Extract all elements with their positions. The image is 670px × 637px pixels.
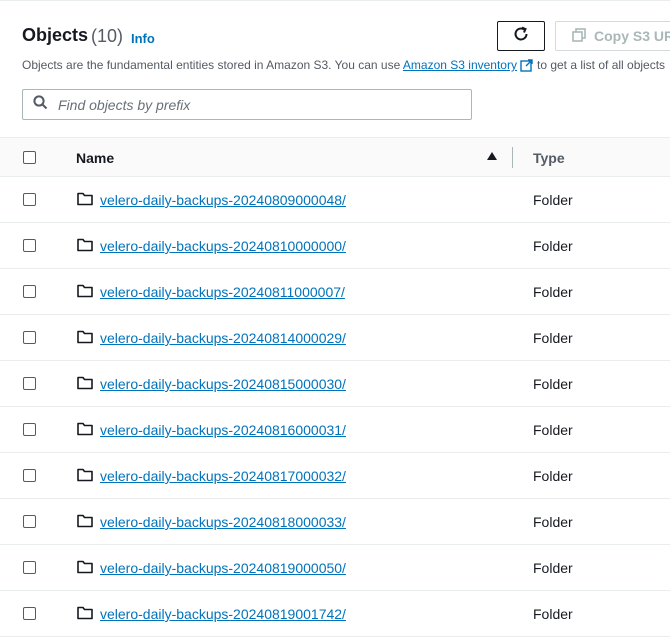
folder-link[interactable]: velero-daily-backups-20240818000033/ [100, 514, 346, 530]
row-checkbox[interactable] [23, 469, 36, 482]
description-suffix: to get a list of all objects [536, 58, 666, 72]
folder-icon [77, 238, 93, 257]
description-prefix: Objects are the fundamental entities sto… [22, 58, 403, 72]
folder-link[interactable]: velero-daily-backups-20240816000031/ [100, 422, 346, 438]
sort-ascending-icon[interactable] [487, 152, 497, 160]
table-row: velero-daily-backups-20240815000030/ Fol… [0, 361, 670, 407]
search-icon [33, 94, 48, 115]
folder-icon [77, 468, 93, 487]
table-row: velero-daily-backups-20240816000031/ Fol… [0, 407, 670, 453]
column-header-type[interactable]: Type [533, 150, 565, 166]
copy-s3-uri-label: Copy S3 URI [594, 28, 670, 44]
row-checkbox[interactable] [23, 285, 36, 298]
table-row: velero-daily-backups-20240817000032/ Fol… [0, 453, 670, 499]
copy-icon [572, 27, 594, 45]
row-checkbox[interactable] [23, 331, 36, 344]
row-checkbox[interactable] [23, 515, 36, 528]
folder-icon [77, 422, 93, 441]
row-checkbox[interactable] [23, 239, 36, 252]
external-link-icon [520, 59, 533, 75]
inventory-link[interactable]: Amazon S3 inventory [403, 58, 517, 72]
type-cell: Folder [533, 514, 573, 530]
table-header: Name Type [0, 137, 670, 177]
folder-icon [77, 606, 93, 625]
folder-link[interactable]: velero-daily-backups-20240815000030/ [100, 376, 346, 392]
folder-icon [77, 560, 93, 579]
column-header-name[interactable]: Name [76, 150, 114, 166]
refresh-icon [512, 25, 530, 48]
row-checkbox[interactable] [23, 561, 36, 574]
type-cell: Folder [533, 376, 573, 392]
table-row: velero-daily-backups-20240819001742/ Fol… [0, 591, 670, 637]
type-cell: Folder [533, 560, 573, 576]
refresh-button[interactable] [497, 21, 545, 51]
row-checkbox[interactable] [23, 377, 36, 390]
table-row: velero-daily-backups-20240818000033/ Fol… [0, 499, 670, 545]
type-cell: Folder [533, 468, 573, 484]
folder-icon [77, 192, 93, 211]
column-resizer[interactable] [512, 147, 513, 168]
row-checkbox[interactable] [23, 193, 36, 206]
copy-s3-uri-button[interactable]: Copy S3 URI [555, 21, 670, 51]
description: Objects are the fundamental entities sto… [22, 58, 665, 75]
objects-panel: Objects (10) Info Objects are the fundam… [0, 0, 670, 637]
folder-link[interactable]: velero-daily-backups-20240817000032/ [100, 468, 346, 484]
table-row: velero-daily-backups-20240814000029/ Fol… [0, 315, 670, 361]
object-count: (10) [91, 26, 124, 46]
type-cell: Folder [533, 192, 573, 208]
row-checkbox[interactable] [23, 423, 36, 436]
info-link[interactable]: Info [131, 31, 155, 46]
type-cell: Folder [533, 422, 573, 438]
table-row: velero-daily-backups-20240811000007/ Fol… [0, 269, 670, 315]
type-cell: Folder [533, 284, 573, 300]
folder-link[interactable]: velero-daily-backups-20240809000048/ [100, 192, 346, 208]
search-input[interactable] [56, 95, 440, 114]
search-box[interactable] [22, 89, 472, 120]
select-all-checkbox[interactable] [23, 151, 36, 164]
folder-link[interactable]: velero-daily-backups-20240811000007/ [100, 284, 345, 300]
row-checkbox[interactable] [23, 607, 36, 620]
folder-icon [77, 284, 93, 303]
folder-link[interactable]: velero-daily-backups-20240814000029/ [100, 330, 346, 346]
folder-link[interactable]: velero-daily-backups-20240819000050/ [100, 560, 346, 576]
type-cell: Folder [533, 330, 573, 346]
folder-icon [77, 514, 93, 533]
folder-link[interactable]: velero-daily-backups-20240810000000/ [100, 238, 346, 254]
table-row: velero-daily-backups-20240809000048/ Fol… [0, 177, 670, 223]
folder-icon [77, 330, 93, 349]
table-row: velero-daily-backups-20240819000050/ Fol… [0, 545, 670, 591]
type-cell: Folder [533, 238, 573, 254]
page-title: Objects [22, 25, 89, 45]
folder-icon [77, 376, 93, 395]
folder-link[interactable]: velero-daily-backups-20240819001742/ [100, 606, 346, 622]
type-cell: Folder [533, 606, 573, 622]
table-row: velero-daily-backups-20240810000000/ Fol… [0, 223, 670, 269]
